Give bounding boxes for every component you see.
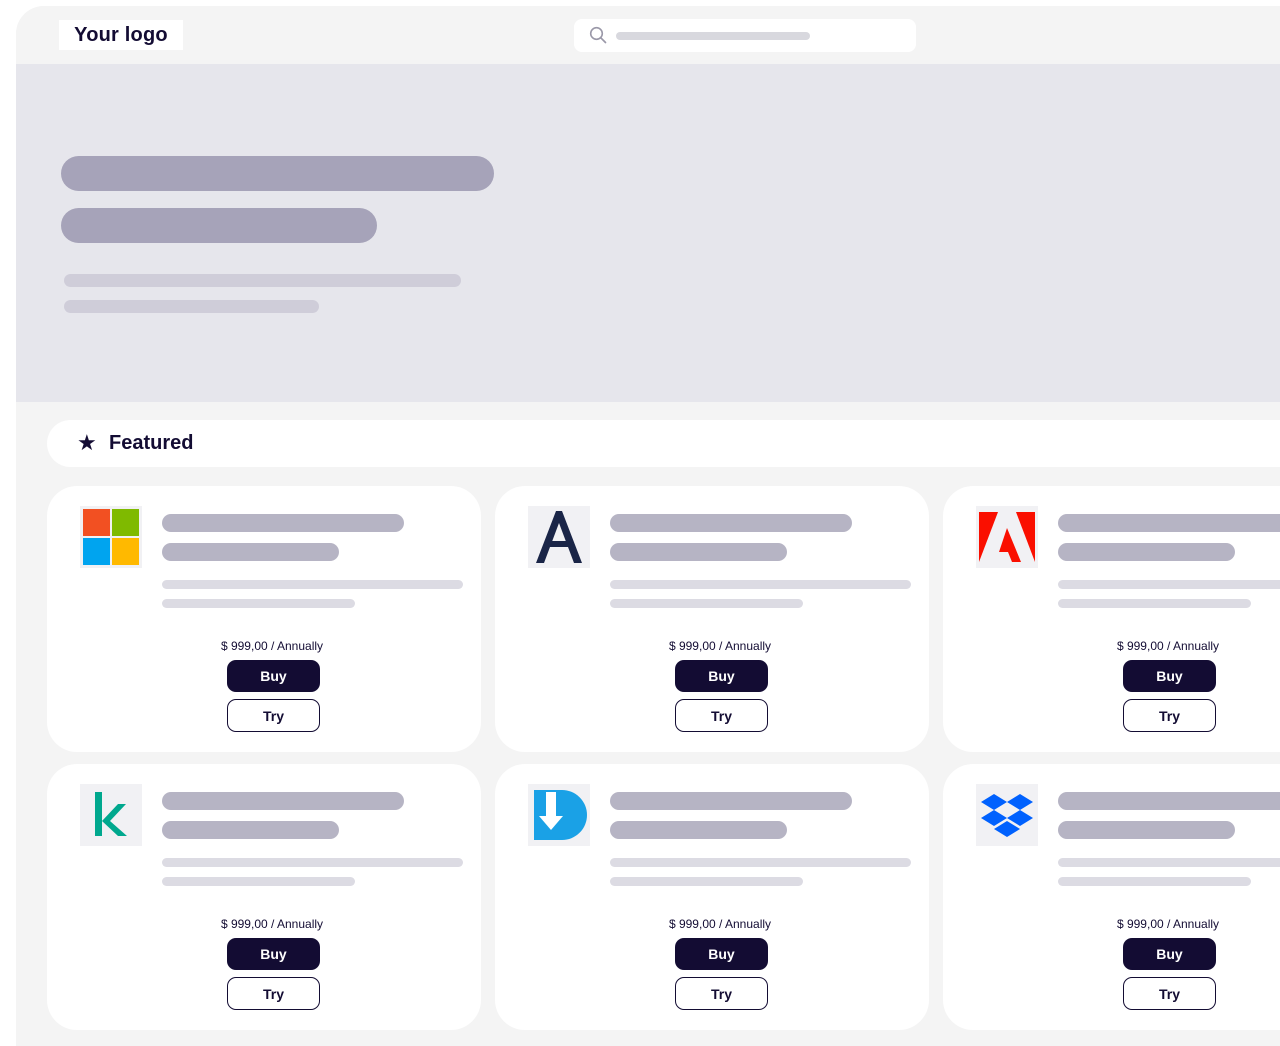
top-bar: Your logo bbox=[16, 6, 1280, 64]
kaspersky-logo-icon bbox=[80, 784, 142, 846]
product-title-line-2 bbox=[610, 543, 787, 561]
product-card: $ 999,00 / Annually Buy Try bbox=[495, 764, 929, 1030]
hero-text-line-1 bbox=[64, 274, 461, 287]
product-title-line-2 bbox=[1058, 821, 1235, 839]
try-button[interactable]: Try bbox=[675, 977, 768, 1010]
product-desc-line-1 bbox=[1058, 858, 1280, 867]
product-desc-line-2 bbox=[1058, 599, 1251, 608]
product-title-line-1 bbox=[1058, 514, 1280, 532]
product-desc-line-1 bbox=[610, 858, 911, 867]
product-price: $ 999,00 / Annually bbox=[220, 917, 324, 931]
product-desc-line-2 bbox=[1058, 877, 1251, 886]
featured-label: Featured bbox=[109, 432, 194, 454]
product-card: $ 999,00 / Annually Buy Try bbox=[943, 764, 1280, 1030]
product-price: $ 999,00 / Annually bbox=[668, 917, 772, 931]
product-title-line-1 bbox=[1058, 792, 1280, 810]
star-icon: ★ bbox=[77, 430, 97, 455]
product-price: $ 999,00 / Annually bbox=[1116, 917, 1220, 931]
buy-button[interactable]: Buy bbox=[675, 660, 768, 692]
try-button[interactable]: Try bbox=[227, 699, 320, 732]
product-card: $ 999,00 / Annually Buy Try bbox=[943, 486, 1280, 752]
hero-title-line-1 bbox=[61, 156, 494, 191]
product-desc-line-1 bbox=[162, 580, 463, 589]
buy-button[interactable]: Buy bbox=[227, 938, 320, 970]
microsoft-logo-icon bbox=[80, 506, 142, 568]
product-title-line-1 bbox=[610, 792, 852, 810]
product-desc-line-2 bbox=[610, 877, 803, 886]
try-button[interactable]: Try bbox=[1123, 977, 1216, 1010]
search-icon bbox=[589, 26, 607, 44]
product-card: $ 999,00 / Annually Buy Try bbox=[47, 486, 481, 752]
search-placeholder-line bbox=[616, 32, 810, 40]
adobe-logo-icon bbox=[976, 506, 1038, 568]
try-button[interactable]: Try bbox=[1123, 699, 1216, 732]
hero-title-line-2 bbox=[61, 208, 377, 243]
hero-text-line-2 bbox=[64, 300, 319, 313]
buy-button[interactable]: Buy bbox=[1123, 938, 1216, 970]
product-title-line-1 bbox=[610, 514, 852, 532]
product-desc-line-2 bbox=[162, 599, 355, 608]
product-card: $ 999,00 / Annually Buy Try bbox=[47, 764, 481, 1030]
site-logo[interactable]: Your logo bbox=[59, 20, 183, 50]
product-price: $ 999,00 / Annually bbox=[668, 639, 772, 653]
product-title-line-2 bbox=[162, 821, 339, 839]
product-price: $ 999,00 / Annually bbox=[1116, 639, 1220, 653]
product-title-line-2 bbox=[610, 821, 787, 839]
product-title-line-1 bbox=[162, 514, 404, 532]
product-desc-line-1 bbox=[162, 858, 463, 867]
product-title-line-2 bbox=[1058, 543, 1235, 561]
featured-section-header: ★ Featured bbox=[47, 420, 1280, 467]
product-card: $ 999,00 / Annually Buy Try bbox=[495, 486, 929, 752]
try-button[interactable]: Try bbox=[227, 977, 320, 1010]
product-title-line-1 bbox=[162, 792, 404, 810]
product-desc-line-2 bbox=[610, 599, 803, 608]
hero-banner bbox=[16, 64, 1280, 402]
product-desc-line-2 bbox=[162, 877, 355, 886]
product-desc-line-1 bbox=[610, 580, 911, 589]
search-bar[interactable] bbox=[574, 19, 916, 52]
buy-button[interactable]: Buy bbox=[675, 938, 768, 970]
download-arrow-logo-icon bbox=[528, 784, 590, 846]
acronis-logo-icon bbox=[528, 506, 590, 568]
buy-button[interactable]: Buy bbox=[227, 660, 320, 692]
product-desc-line-1 bbox=[1058, 580, 1280, 589]
buy-button[interactable]: Buy bbox=[1123, 660, 1216, 692]
app-frame: Your logo ★ Featured $ 999,00 / Annually… bbox=[16, 6, 1280, 1046]
try-button[interactable]: Try bbox=[675, 699, 768, 732]
product-price: $ 999,00 / Annually bbox=[220, 639, 324, 653]
product-title-line-2 bbox=[162, 543, 339, 561]
dropbox-logo-icon bbox=[976, 784, 1038, 846]
